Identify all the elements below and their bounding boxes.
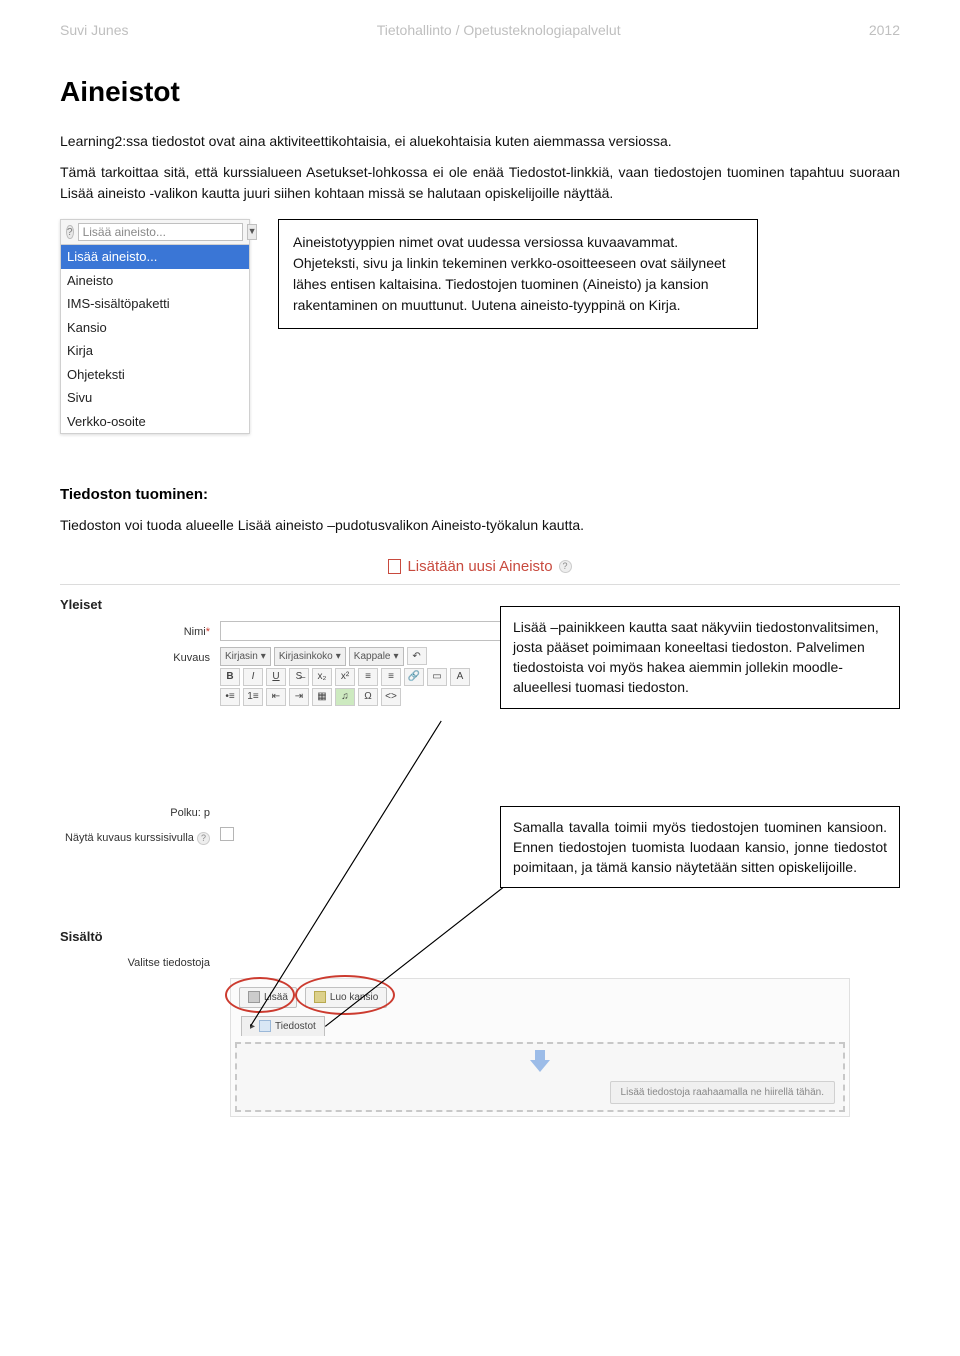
- outdent-icon[interactable]: ⇤: [266, 688, 286, 706]
- indent-icon[interactable]: ⇥: [289, 688, 309, 706]
- strike-icon[interactable]: S̶: [289, 668, 309, 686]
- callout-create-folder: Samalla tavalla toimii myös tiedostojen …: [500, 806, 900, 889]
- file-area: Lisää Luo kansio ▸ Tiedostot Lisää: [230, 978, 850, 1117]
- list-ol-icon[interactable]: 1≡: [243, 688, 263, 706]
- label-kuvaus: Kuvaus: [60, 647, 220, 667]
- page-header: Suvi Junes Tietohallinto / Opetusteknolo…: [60, 20, 900, 41]
- label-polku: Polku: p: [60, 802, 220, 822]
- intro-paragraph-1: Learning2:ssa tiedostot ovat aina aktivi…: [60, 131, 900, 152]
- file-drop-zone[interactable]: Lisää tiedostoja raahaamalla ne hiirellä…: [235, 1042, 845, 1112]
- help-icon[interactable]: ?: [66, 225, 74, 239]
- paragraph-select[interactable]: Kappale▾: [349, 647, 404, 666]
- help-icon[interactable]: ?: [197, 832, 210, 845]
- sup-icon[interactable]: x²: [335, 668, 355, 686]
- files-icon: [259, 1020, 271, 1032]
- intro-paragraph-2: Tämä tarkoittaa sitä, että kurssialueen …: [60, 162, 900, 204]
- fontsize-select[interactable]: Kirjasinkoko▾: [274, 647, 346, 666]
- html-icon[interactable]: <>: [381, 688, 401, 706]
- dropdown-options-list: Lisää aineisto... Aineisto IMS-sisältöpa…: [61, 245, 249, 433]
- chevron-down-icon[interactable]: ▼: [247, 224, 258, 240]
- page-title: Aineistot: [60, 71, 900, 113]
- add-resource-dropdown[interactable]: ? ▼ Lisää aineisto... Aineisto IMS-sisäl…: [60, 219, 250, 434]
- label-nimi: Nimi*: [60, 621, 220, 641]
- dropdown-item[interactable]: Kansio: [61, 316, 249, 340]
- dropdown-item[interactable]: Verkko-osoite: [61, 410, 249, 434]
- download-arrow-icon: [530, 1060, 550, 1072]
- label-valitse-tiedostoja: Valitse tiedostoja: [60, 952, 220, 972]
- media-icon[interactable]: ♫: [335, 688, 355, 706]
- dropdown-item[interactable]: IMS-sisältöpaketti: [61, 292, 249, 316]
- link-icon[interactable]: 🔗: [404, 668, 424, 686]
- header-right: 2012: [869, 20, 900, 41]
- omega-icon[interactable]: Ω: [358, 688, 378, 706]
- color-icon[interactable]: A: [450, 668, 470, 686]
- form-screenshot: Lisätään uusi Aineisto ? Yleiset Nimi* K…: [60, 556, 900, 1117]
- bold-icon[interactable]: B: [220, 668, 240, 686]
- underline-icon[interactable]: U: [266, 668, 286, 686]
- align-left-icon[interactable]: ≡: [358, 668, 378, 686]
- callout-resource-types: Aineistotyyppien nimet ovat uudessa vers…: [278, 219, 758, 329]
- group-label-sisalto: Sisältö: [60, 927, 900, 947]
- form-title: Lisätään uusi Aineisto ?: [60, 556, 900, 579]
- highlight-oval-luokansio: [295, 975, 395, 1015]
- rich-text-toolbar: Kirjasin▾ Kirjasinkoko▾ Kappale▾ ↶ B I U…: [220, 647, 470, 706]
- callout-lisaa-button: Lisää –painikkeen kautta saat näkyviin t…: [500, 606, 900, 709]
- header-left: Suvi Junes: [60, 20, 128, 41]
- dropdown-item[interactable]: Sivu: [61, 386, 249, 410]
- dropdown-item[interactable]: Aineisto: [61, 269, 249, 293]
- list-ul-icon[interactable]: •≡: [220, 688, 240, 706]
- drop-hint-text: Lisää tiedostoja raahaamalla ne hiirellä…: [610, 1081, 835, 1104]
- undo-icon[interactable]: ↶: [407, 647, 427, 665]
- dropdown-item[interactable]: Ohjeteksti: [61, 363, 249, 387]
- dropdown-item[interactable]: Kirja: [61, 339, 249, 363]
- image-icon[interactable]: ▭: [427, 668, 447, 686]
- nimi-input[interactable]: [220, 621, 530, 641]
- show-description-checkbox[interactable]: [220, 827, 234, 841]
- dropdown-item[interactable]: Lisää aineisto...: [61, 245, 249, 269]
- font-select[interactable]: Kirjasin▾: [220, 647, 271, 666]
- file-icon: [388, 559, 401, 574]
- header-center: Tietohallinto / Opetusteknologiapalvelut: [377, 20, 621, 41]
- sub-icon[interactable]: x₂: [312, 668, 332, 686]
- italic-icon[interactable]: I: [243, 668, 263, 686]
- section-heading: Tiedoston tuominen:: [60, 484, 900, 507]
- dropdown-display-input[interactable]: [78, 223, 243, 241]
- section-text: Tiedoston voi tuoda alueelle Lisää ainei…: [60, 515, 900, 536]
- help-icon[interactable]: ?: [559, 560, 572, 573]
- label-nayta-kuvaus: Näytä kuvaus kurssisivulla ?: [60, 827, 220, 847]
- form-title-text: Lisätään uusi Aineisto: [407, 556, 552, 579]
- align-center-icon[interactable]: ≡: [381, 668, 401, 686]
- table-icon[interactable]: ▦: [312, 688, 332, 706]
- highlight-oval-lisaa: [225, 977, 295, 1013]
